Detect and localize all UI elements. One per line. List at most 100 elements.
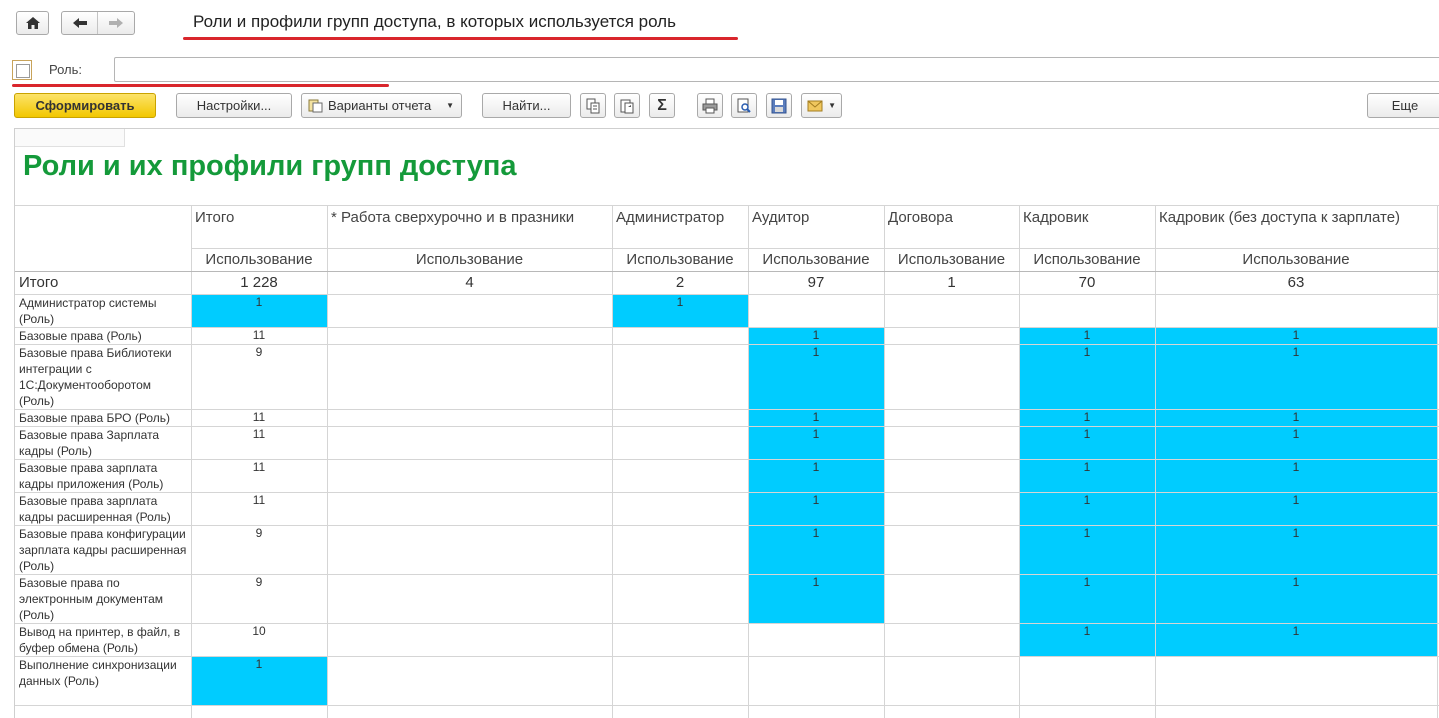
back-button[interactable] [62,12,98,34]
preview-button[interactable] [731,93,757,118]
role-row-label: Базовые права по электронным документам … [19,576,163,622]
header-divider [15,205,1439,206]
column-header: Итого [195,209,235,226]
arrow-left-icon [72,18,87,28]
column-header: Кадровик (без доступа к зарплате) [1159,209,1401,226]
find-button[interactable]: Найти... [482,93,571,118]
role-row-label: Базовые права конфигурации зарплата кадр… [19,527,187,573]
cell-value: 1 [1292,328,1300,342]
total-value: 2 [675,274,685,291]
paste-button[interactable] [614,93,640,118]
column-header: Администратор [616,209,725,226]
title-underline [183,37,738,40]
column-subheader: Использование [897,251,1006,268]
column-subheader: Использование [762,251,870,268]
copy-button[interactable] [580,93,606,118]
cell-value: 1 [1292,427,1300,441]
cell-value: 1 [812,427,820,441]
cell-value: 1 [1083,460,1091,474]
role-row-label: Базовые права Библиотеки интеграции с 1С… [19,346,172,408]
total-value: 70 [1078,274,1096,291]
column-subheader: Использование [415,251,524,268]
print-button[interactable] [697,93,723,118]
cell-value: 11 [252,460,266,474]
report-variants-label: Варианты отчета [328,98,432,113]
cell-value: 1 [812,460,820,474]
cell-value: 9 [255,345,263,359]
print-icon [702,98,718,113]
role-row-label: Базовые права (Роль) [19,329,142,343]
paste-icon [620,99,634,113]
role-input[interactable] [114,57,1439,82]
copy-icon [586,98,600,113]
cell-value: 11 [252,410,266,424]
role-checkbox[interactable] [12,60,32,80]
total-value: 4 [465,274,474,291]
cell-value: 11 [252,328,266,342]
cell-value: 9 [255,575,263,589]
column-header: * Работа сверхурочно и в празники [331,209,575,226]
cell-value: 1 [1083,526,1091,540]
cell-value: 1 [1292,526,1300,540]
cell-value: 1 [812,493,820,507]
cell-value: 1 [812,410,820,424]
total-value: 1 228 [240,274,278,291]
role-row-label: Базовые права Зарплата кадры (Роль) [19,428,160,458]
generate-button[interactable]: Сформировать [14,93,156,118]
report-variants-icon [308,99,323,112]
role-label: Роль: [49,62,83,77]
cell-value: 1 [1083,410,1091,424]
cell-value: 11 [252,493,266,507]
cell-value: 1 [1292,624,1300,638]
cell-value: 1 [812,328,820,342]
settings-button[interactable]: Настройки... [176,93,292,118]
cell-value: 1 [676,295,684,309]
report-heading: Роли и их профили групп доступа [23,150,517,182]
subheader-divider [191,248,1439,249]
role-row-label: Администратор системы (Роль) [19,296,157,326]
role-row-label: Вывод на принтер, в файл, в буфер обмена… [19,625,181,655]
column-subheader: Использование [205,251,313,268]
column-subheader: Использование [1033,251,1141,268]
chevron-down-icon: ▼ [446,101,454,110]
cell-value: 1 [1292,575,1300,589]
chevron-down-icon: ▼ [828,101,836,110]
cell-value: 1 [812,575,820,589]
cell-value: 1 [812,526,820,540]
sum-icon: Σ [657,96,667,114]
cell-value: 1 [1083,624,1091,638]
cell-value: 1 [1083,328,1091,342]
row-divider [15,705,1439,706]
save-button[interactable] [766,93,792,118]
total-top-divider [15,271,1439,272]
cell-value: 10 [252,624,266,638]
preview-icon [737,98,751,113]
cell-value: 1 [812,345,820,359]
cell-value: 1 [1292,345,1300,359]
column-header: Аудитор [752,209,810,226]
home-button[interactable] [16,11,49,35]
more-button[interactable]: Еще [1367,93,1439,118]
cell-value: 1 [1083,427,1091,441]
report-area: Роли и их профили групп доступа Итого Исп… [14,128,1439,718]
cell-value: 1 [255,657,263,671]
report-variants-button[interactable]: Варианты отчета ▼ [301,93,462,118]
role-row-label: Выполнение синхронизации данных (Роль) [19,658,177,688]
column-header: Договора [888,209,953,226]
role-row-label: Базовые права зарплата кадры приложения … [19,461,164,491]
history-nav [61,11,135,35]
column-divider [1437,205,1438,718]
role-row-label: Базовые права зарплата кадры расширенная… [19,494,171,524]
total-label: Итого [19,274,59,291]
forward-button[interactable] [98,12,134,34]
cell-value: 11 [252,427,266,441]
mail-button[interactable]: ▼ [801,93,842,118]
mail-icon [807,100,823,111]
cell-value: 1 [1083,493,1091,507]
column-subheader: Использование [626,251,734,268]
role-underline [12,84,389,87]
cell-value: 1 [1083,575,1091,589]
window-title: Роли и профили групп доступа, в которых … [193,12,676,31]
arrow-right-icon [109,18,123,28]
sum-button[interactable]: Σ [649,93,675,118]
